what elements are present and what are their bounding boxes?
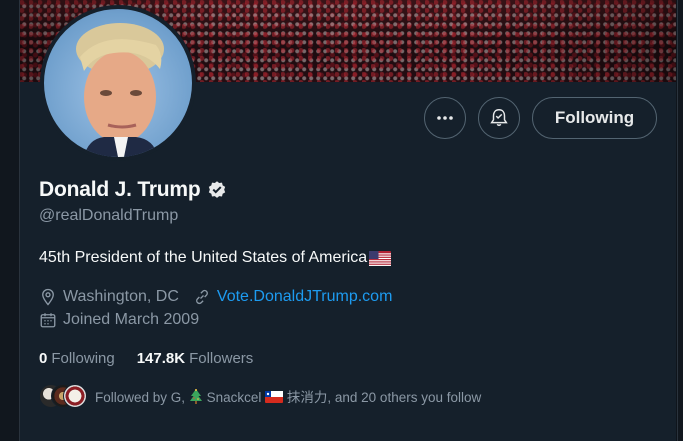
calendar-icon — [40, 313, 56, 328]
following-label: Following — [51, 350, 115, 367]
us-flag-icon — [369, 250, 392, 266]
following-count: 0 — [39, 350, 48, 367]
verified-badge-icon[interactable] — [207, 180, 227, 200]
followed-by-text: Followed by G, Snackcel 抹消力, and 20 othe… — [95, 386, 481, 406]
right-rail — [677, 0, 683, 441]
location-pin-icon — [42, 288, 54, 306]
followers-stat[interactable]: 147.8K Followers — [137, 350, 254, 367]
followed-by-avatars — [39, 384, 87, 408]
follow-stats: 0 Following 147.8K Followers — [39, 350, 253, 367]
avatar[interactable] — [40, 5, 196, 161]
followed-by-prefix: Followed by G, — [95, 390, 186, 405]
left-rail — [0, 0, 20, 441]
website-link[interactable]: Vote.DonaldJTrump.com — [217, 288, 392, 306]
following-button[interactable]: Following — [532, 97, 657, 139]
display-name: Donald J. Trump — [39, 178, 201, 201]
christmas-tree-icon — [189, 389, 202, 404]
bio: 45th President of the United States of A… — [39, 249, 392, 267]
follower-avatar — [63, 384, 87, 408]
bio-text: 45th President of the United States of A… — [39, 249, 368, 266]
bell-check-icon — [490, 109, 508, 127]
more-button[interactable] — [424, 97, 466, 139]
notifications-button[interactable] — [478, 97, 520, 139]
link-icon — [195, 289, 208, 305]
location-text: Washington, DC — [63, 288, 179, 305]
followers-count: 147.8K — [136, 350, 186, 367]
joined-date: Joined March 2009 — [63, 311, 200, 328]
follower-name: Snackcel — [206, 390, 262, 405]
chile-flag-icon — [265, 391, 284, 403]
profile-header: Following Donald J. Trump @realDonaldTru… — [20, 0, 676, 441]
followed-by-row[interactable]: Followed by G, Snackcel 抹消力, and 20 othe… — [39, 384, 481, 408]
user-handle: @realDonaldTrump — [39, 207, 179, 224]
followers-label: Followers — [189, 350, 254, 367]
avatar-portrait — [76, 23, 164, 157]
followed-by-rest: 抹消力, and 20 others you follow — [286, 390, 482, 405]
ellipsis-icon — [437, 116, 453, 120]
following-stat[interactable]: 0 Following — [39, 350, 115, 367]
profile-meta-row: Washington, DC Vote.DonaldJTrump.com — [39, 288, 392, 306]
name-row: Donald J. Trump — [39, 178, 227, 202]
joined-row: Joined March 2009 — [39, 311, 199, 329]
